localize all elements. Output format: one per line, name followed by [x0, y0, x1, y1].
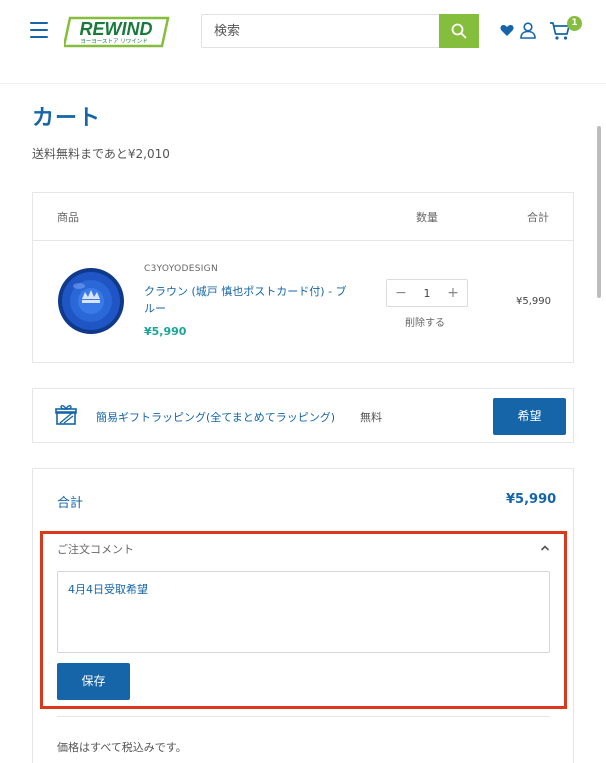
product-price: ¥5,990: [144, 325, 187, 338]
search-button[interactable]: [439, 14, 479, 48]
logo-text: REWIND: [80, 19, 153, 39]
header-product: 商品: [57, 211, 79, 224]
order-comment-field[interactable]: 4月4日受取希望: [57, 571, 550, 653]
rewind-logo[interactable]: REWIND ヨーヨーストア リワインド: [64, 14, 172, 50]
search-icon: [451, 23, 467, 39]
total-value: ¥5,990: [506, 492, 557, 507]
product-vendor: C3YOYODESIGN: [144, 264, 218, 274]
logo-subtext: ヨーヨーストア リワインド: [80, 38, 147, 45]
menu-icon[interactable]: [30, 22, 48, 38]
product-image[interactable]: [55, 266, 127, 336]
search-box: [201, 14, 479, 48]
gift-wrap-request-button[interactable]: 希望: [493, 398, 566, 435]
tax-included-note: 価格はすべて税込みです。: [57, 741, 187, 754]
quantity-input[interactable]: [415, 284, 439, 302]
gift-wrap-price: 無料: [360, 411, 382, 424]
remove-item-link[interactable]: 削除する: [405, 314, 445, 329]
gift-icon: [55, 405, 77, 425]
summary-divider: [57, 716, 550, 717]
table-divider: [33, 240, 573, 241]
header-quantity: 数量: [416, 211, 438, 224]
order-summary: 合計 ¥5,990 ご注文コメント 4月4日受取希望 保存 価格はすべて税込みで…: [32, 468, 574, 763]
product-title-link[interactable]: クラウン (城戸 慎也ポストカード付) - ブルー: [144, 283, 354, 317]
search-input[interactable]: [202, 15, 440, 47]
account-icon[interactable]: [520, 22, 536, 39]
quantity-stepper: − +: [386, 279, 468, 307]
scrollbar-thumb[interactable]: [597, 126, 601, 298]
chevron-up-icon[interactable]: [540, 544, 550, 552]
total-label: 合計: [57, 496, 84, 511]
order-comment-label[interactable]: ご注文コメント: [57, 541, 134, 557]
heart-icon[interactable]: [500, 24, 514, 37]
gift-wrap-label: 簡易ギフトラッピング(全てまとめてラッピング): [96, 411, 336, 424]
cart-count-badge: 1: [567, 16, 582, 31]
gift-wrap-option: 簡易ギフトラッピング(全てまとめてラッピング) 無料 希望: [32, 388, 574, 443]
cart-table: 商品 数量 合計 C3YOYODESIGN クラウン (城戸 慎也ポストカード付…: [32, 192, 574, 363]
header-total: 合計: [527, 211, 549, 224]
increase-quantity-button[interactable]: +: [445, 284, 461, 302]
line-total: ¥5,990: [516, 296, 551, 307]
site-header: REWIND ヨーヨーストア リワインド 1: [0, 0, 606, 84]
save-comment-button[interactable]: 保存: [57, 663, 130, 700]
page-title: カート: [32, 106, 102, 131]
decrease-quantity-button[interactable]: −: [393, 284, 409, 302]
free-shipping-note: 送料無料まであと¥2,010: [32, 147, 170, 161]
